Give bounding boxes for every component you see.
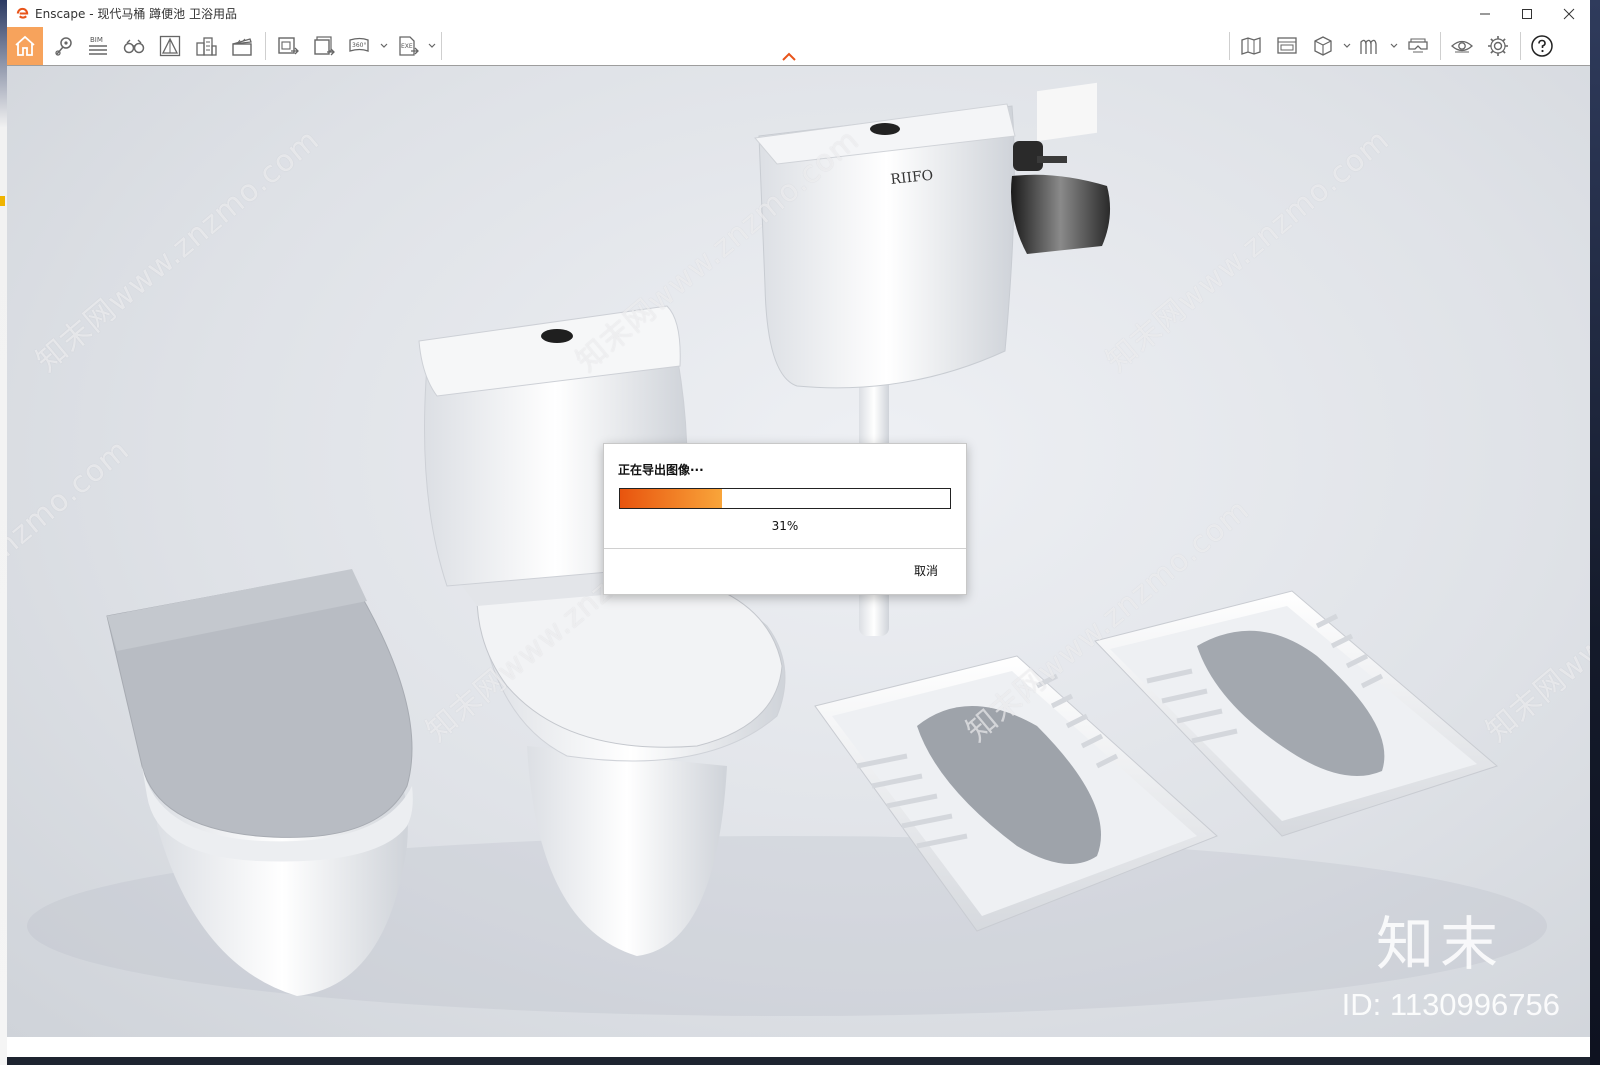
- vr-headset-button[interactable]: [1401, 29, 1435, 63]
- buildings-icon: [196, 37, 217, 56]
- panorama-button[interactable]: 360°: [343, 29, 377, 63]
- screenshot-export-button[interactable]: [271, 29, 305, 63]
- batch-render-icon: [314, 36, 335, 56]
- enscape-window: Enscape - 现代马桶 蹲便池 卫浴用品 BIM 360° EXE RII…: [7, 0, 1591, 1057]
- home-icon: [15, 35, 35, 56]
- location-pin-icon: [55, 37, 72, 56]
- settings-button[interactable]: [1481, 29, 1515, 63]
- paper-holder: [1011, 82, 1111, 254]
- title-bar[interactable]: Enscape - 现代马桶 蹲便池 卫浴用品: [7, 0, 1590, 27]
- minimize-icon: [1480, 13, 1490, 14]
- visual-settings-icon: [1451, 40, 1473, 53]
- progress-percent-label: 31%: [771, 519, 799, 533]
- main-toolbar: BIM 360° EXE: [7, 27, 1590, 66]
- toolbar-separator: [441, 32, 442, 60]
- clapper-icon: [232, 38, 252, 56]
- exe-label: EXE: [401, 43, 413, 50]
- dialog-divider: [604, 548, 966, 549]
- progress-fill: [620, 489, 723, 508]
- bim-button[interactable]: BIM: [81, 29, 115, 63]
- location-pin-button[interactable]: [47, 29, 81, 63]
- perspective-icon: [159, 35, 181, 57]
- walk-mode-button[interactable]: [117, 29, 151, 63]
- material-dropdown-caret[interactable]: [1389, 41, 1399, 51]
- maximize-icon: [1522, 8, 1532, 19]
- batch-render-button[interactable]: [307, 29, 341, 63]
- material-editor-icon: [1360, 39, 1377, 54]
- help-button[interactable]: [1525, 29, 1559, 63]
- screenshot-export-icon: [278, 37, 299, 55]
- collapse-toolbar-chevron-icon[interactable]: [780, 51, 798, 63]
- exe-export-button[interactable]: EXE: [391, 29, 425, 63]
- desktop-right-edge: [1590, 0, 1600, 1065]
- asset-dropdown-caret[interactable]: [1342, 41, 1352, 51]
- map-button[interactable]: [1234, 29, 1268, 63]
- enscape-logo-icon: [16, 7, 29, 19]
- video-editor-button[interactable]: [1270, 29, 1304, 63]
- window-title: Enscape - 现代马桶 蹲便池 卫浴用品: [35, 7, 237, 21]
- dialog-title: 正在导出图像···: [618, 463, 704, 477]
- binoculars-icon: [123, 39, 145, 54]
- corner-watermark-logo: 知末: [1375, 910, 1504, 978]
- asset-library-icon: [1314, 36, 1332, 56]
- render-viewport[interactable]: RIIFO 知末网www.znzmo.com 知末网www.znzmo.com …: [7, 66, 1590, 1037]
- minimize-button[interactable]: [1464, 0, 1506, 27]
- asset-library-button[interactable]: [1306, 29, 1340, 63]
- toolbar-separator: [1440, 32, 1441, 60]
- settings-gear-icon: [1488, 36, 1508, 56]
- panorama-dropdown-caret[interactable]: [379, 41, 389, 51]
- panorama-360-icon: 360°: [349, 37, 369, 52]
- bim-label: BIM: [90, 36, 103, 44]
- visual-settings-button[interactable]: [1445, 29, 1479, 63]
- pano-label: 360°: [352, 42, 366, 49]
- buildings-button[interactable]: [189, 29, 223, 63]
- toolbar-separator: [1229, 32, 1230, 60]
- perspective-button[interactable]: [153, 29, 187, 63]
- map-icon: [1241, 37, 1261, 55]
- screen: Enscape - 现代马桶 蹲便池 卫浴用品 BIM 360° EXE RII…: [0, 0, 1600, 1065]
- export-progress-bar: [619, 488, 951, 509]
- material-editor-button[interactable]: [1353, 29, 1387, 63]
- cancel-button[interactable]: 取消: [910, 560, 942, 581]
- help-icon: [1531, 35, 1553, 57]
- desktop-marker: [0, 196, 5, 206]
- toolbar-separator: [1520, 32, 1521, 60]
- toolbar-separator: [265, 32, 266, 60]
- exe-dropdown-caret[interactable]: [427, 41, 437, 51]
- close-button[interactable]: [1548, 0, 1590, 27]
- bim-icon: BIM: [89, 36, 107, 55]
- maximize-button[interactable]: [1506, 0, 1548, 27]
- desktop-left-edge: [0, 0, 7, 1065]
- close-icon: [1563, 8, 1575, 19]
- video-editor-icon: [1277, 37, 1297, 54]
- video-button[interactable]: [225, 29, 259, 63]
- corner-watermark-id: ID: 1130996756: [1341, 987, 1560, 1022]
- exe-export-icon: EXE: [399, 36, 419, 56]
- export-progress-dialog: 正在导出图像··· 31% 取消: [603, 443, 967, 595]
- vr-headset-icon: [1408, 38, 1428, 53]
- home-button[interactable]: [7, 27, 43, 65]
- window-controls: [1464, 0, 1590, 27]
